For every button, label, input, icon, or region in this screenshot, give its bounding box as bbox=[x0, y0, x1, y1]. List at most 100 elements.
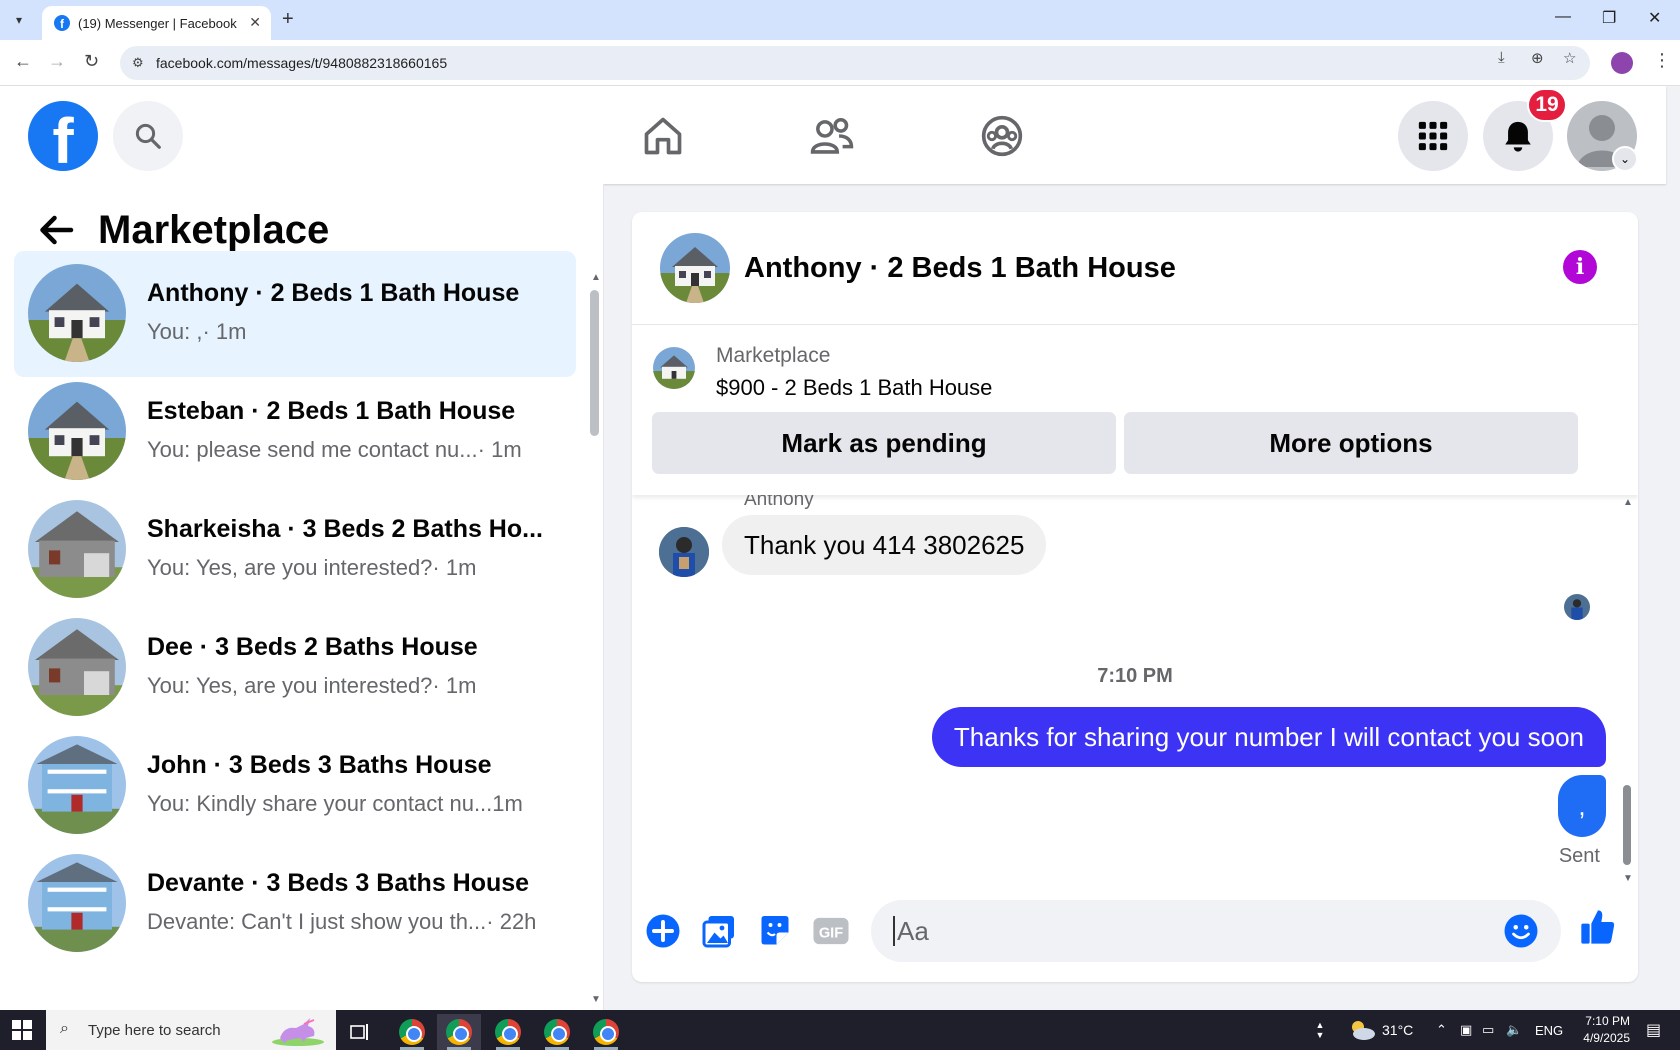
windows-taskbar: ⌕ Type here to search ▲ ▼ 31°C ⌃ ▣ ▭ 🔈 EN… bbox=[0, 1010, 1680, 1050]
meet-now-icon[interactable]: ▣ bbox=[1460, 1010, 1472, 1050]
conversation-item[interactable]: Devante · 3 Beds 3 Baths House Devante: C… bbox=[14, 841, 576, 967]
conversation-time: · 1m bbox=[477, 437, 522, 462]
bell-icon bbox=[1505, 121, 1531, 152]
tab-search-chevron-icon[interactable]: ▾ bbox=[6, 8, 32, 32]
windows-start-icon[interactable] bbox=[12, 1020, 32, 1045]
profile-icon[interactable] bbox=[1611, 52, 1633, 74]
language-indicator[interactable]: ENG bbox=[1535, 1010, 1563, 1050]
conversation-time: · 1m bbox=[202, 319, 247, 344]
chat-title[interactable]: Anthony · 2 Beds 1 Bath House bbox=[744, 252, 1176, 285]
url-field[interactable]: ⚙ facebook.com/messages/t/94808823186601… bbox=[120, 46, 1590, 80]
mark-as-pending-button[interactable]: Mark as pending bbox=[652, 412, 1116, 474]
network-icon[interactable]: ▭ bbox=[1482, 1010, 1494, 1050]
friends-nav-icon[interactable] bbox=[804, 108, 860, 164]
incoming-message-bubble[interactable]: Thank you 414 3802625 bbox=[722, 515, 1047, 575]
thread-scroll-down-icon[interactable]: ▼ bbox=[1623, 873, 1633, 884]
taskbar-search-placeholder: Type here to search bbox=[88, 1021, 221, 1039]
forward-icon[interactable]: → bbox=[48, 51, 66, 72]
chrome-icon bbox=[544, 1019, 570, 1045]
gif-icon[interactable]: GIF bbox=[811, 911, 851, 951]
emoji-icon[interactable] bbox=[1503, 913, 1539, 956]
conversation-snippet-row: You: Yes, are you interested? · 1m bbox=[147, 673, 577, 699]
conversation-item[interactable]: Sharkeisha · 3 Beds 2 Baths Ho... You: Ye… bbox=[14, 487, 576, 613]
outgoing-message-bubble[interactable]: Thanks for sharing your number I will co… bbox=[931, 707, 1606, 767]
conversation-thumbnail bbox=[28, 500, 126, 598]
scroll-up-arrow-icon[interactable]: ▲ bbox=[591, 272, 601, 283]
reload-icon[interactable]: ↻ bbox=[84, 51, 99, 72]
tab-close-icon[interactable]: ✕ bbox=[249, 14, 261, 31]
browser-tab-bar: ▾ f (19) Messenger | Facebook ✕ + — ❐ ✕ bbox=[0, 0, 1680, 40]
clock[interactable]: 7:10 PM 4/9/2025 bbox=[1570, 1010, 1630, 1050]
info-icon[interactable]: i bbox=[1563, 250, 1597, 284]
message-timestamp: 7:10 PM bbox=[1097, 665, 1173, 687]
like-thumbs-up-icon[interactable] bbox=[1578, 907, 1618, 947]
listing-price[interactable]: $900 - 2 Beds 1 Bath House bbox=[716, 375, 992, 401]
conversation-item[interactable]: Dee · 3 Beds 2 Baths House You: Yes, are … bbox=[14, 605, 576, 731]
notification-center-icon[interactable]: ▤ bbox=[1646, 1010, 1661, 1050]
chrome-taskbar-icon-3[interactable] bbox=[486, 1014, 530, 1050]
task-view-icon[interactable] bbox=[338, 1014, 382, 1050]
groups-nav-icon[interactable] bbox=[974, 108, 1030, 164]
conversation-snippet: You: Kindly share your contact nu... bbox=[147, 791, 493, 816]
conversation-snippet: You: Yes, are you interested? bbox=[147, 555, 433, 580]
chrome-taskbar-icon-2[interactable] bbox=[437, 1014, 481, 1050]
chrome-icon bbox=[495, 1019, 521, 1045]
sticker-icon[interactable] bbox=[755, 911, 795, 951]
conversation-thumbnail bbox=[28, 618, 126, 716]
taskbar-scroll-arrows-icon[interactable]: ▲ ▼ bbox=[1310, 1010, 1330, 1050]
conversation-item[interactable]: Esteban · 2 Beds 1 Bath House You: please… bbox=[14, 369, 576, 495]
search-icon bbox=[135, 123, 161, 149]
house-thumbnail[interactable] bbox=[660, 233, 730, 303]
browser-tab[interactable]: f (19) Messenger | Facebook ✕ bbox=[42, 6, 271, 40]
menu-grid-button[interactable] bbox=[1398, 101, 1468, 171]
clock-date: 4/9/2025 bbox=[1583, 1031, 1630, 1045]
tray-overflow-icon[interactable]: ⌃ bbox=[1436, 1010, 1447, 1050]
facebook-logo-icon[interactable]: f bbox=[28, 101, 98, 171]
panel-title: Marketplace bbox=[98, 208, 330, 252]
home-nav-icon[interactable] bbox=[635, 108, 691, 164]
zoom-icon[interactable]: ⊕ bbox=[1531, 49, 1544, 67]
volume-icon[interactable]: 🔈 bbox=[1506, 1010, 1522, 1050]
thread-scrollbar-thumb[interactable] bbox=[1623, 785, 1631, 865]
conversation-item[interactable]: Anthony · 2 Beds 1 Bath House You: , · 1m bbox=[14, 251, 576, 377]
outgoing-message-bubble-small[interactable]: , bbox=[1558, 775, 1606, 837]
chrome-taskbar-icon-4[interactable] bbox=[535, 1014, 579, 1050]
site-info-icon[interactable]: ⚙ bbox=[132, 55, 144, 71]
account-chevron-icon[interactable]: ⌄ bbox=[1612, 146, 1638, 172]
conversation-title: Anthony · 2 Beds 1 Bath House bbox=[147, 279, 520, 307]
close-window-icon[interactable]: ✕ bbox=[1648, 8, 1661, 28]
scroll-down-arrow-icon[interactable]: ▼ bbox=[591, 994, 601, 1005]
tab-title: (19) Messenger | Facebook bbox=[78, 15, 237, 31]
conversation-title: Sharkeisha · 3 Beds 2 Baths Ho... bbox=[147, 515, 543, 543]
plus-icon[interactable] bbox=[643, 911, 683, 951]
new-tab-icon[interactable]: + bbox=[282, 8, 294, 31]
more-options-button[interactable]: More options bbox=[1124, 412, 1578, 474]
sender-avatar[interactable] bbox=[659, 527, 709, 577]
search-button[interactable] bbox=[113, 101, 183, 171]
browser-menu-icon[interactable]: ⋮ bbox=[1653, 50, 1671, 71]
back-arrow-icon[interactable] bbox=[38, 213, 74, 256]
install-app-icon[interactable]: ⤓ bbox=[1498, 49, 1505, 66]
chrome-taskbar-icon-5[interactable] bbox=[584, 1014, 628, 1050]
minimize-icon[interactable]: — bbox=[1555, 8, 1571, 26]
restore-icon[interactable]: ❐ bbox=[1602, 8, 1616, 28]
listing-thumbnail[interactable] bbox=[653, 347, 695, 389]
bookmark-star-icon[interactable]: ☆ bbox=[1563, 49, 1576, 67]
message-input[interactable]: Aa bbox=[871, 900, 1561, 962]
conversation-item[interactable]: John · 3 Beds 3 Baths House You: Kindly s… bbox=[14, 723, 576, 849]
notification-count-badge: 19 bbox=[1527, 88, 1567, 122]
conversation-snippet-row: You: Kindly share your contact nu... 1m bbox=[147, 791, 577, 817]
conversation-thumbnail bbox=[28, 736, 126, 834]
weather-widget[interactable]: 31°C bbox=[1348, 1010, 1413, 1050]
conversation-snippet: You: Yes, are you interested? bbox=[147, 673, 433, 698]
thread-scroll-up-icon[interactable]: ▲ bbox=[1623, 497, 1633, 508]
url-text: facebook.com/messages/t/9480882318660165 bbox=[156, 55, 448, 71]
back-icon[interactable]: ← bbox=[14, 51, 32, 72]
chat-panel: Anthony · 2 Beds 1 Bath House i Marketpl… bbox=[632, 212, 1638, 982]
seen-indicator-avatar bbox=[1564, 594, 1590, 620]
left-scrollbar-thumb[interactable] bbox=[590, 290, 599, 436]
taskbar-search-box[interactable]: ⌕ Type here to search bbox=[46, 1010, 336, 1050]
photo-icon[interactable] bbox=[699, 911, 739, 951]
chat-header: Anthony · 2 Beds 1 Bath House i bbox=[632, 212, 1638, 325]
chrome-taskbar-icon-1[interactable] bbox=[390, 1014, 434, 1050]
